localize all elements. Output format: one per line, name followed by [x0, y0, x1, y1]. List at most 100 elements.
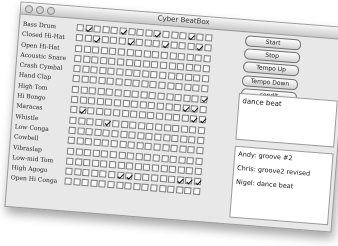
beat-checkbox[interactable]	[101, 139, 110, 148]
beat-checkbox[interactable]	[170, 144, 178, 153]
beat-checkbox[interactable]	[118, 37, 127, 46]
beat-checkbox[interactable]	[107, 171, 116, 179]
beat-checkbox[interactable]	[85, 127, 94, 136]
beat-checkbox[interactable]	[113, 99, 122, 107]
beat-checkbox[interactable]	[80, 86, 88, 94]
beat-checkbox[interactable]	[110, 26, 119, 35]
beat-checkbox[interactable]	[169, 51, 177, 60]
beat-checkbox[interactable]	[183, 84, 192, 92]
beat-checkbox[interactable]	[193, 74, 201, 82]
beat-checkbox[interactable]	[196, 136, 205, 145]
beat-checkbox[interactable]	[179, 32, 187, 40]
beat-checkbox[interactable]	[76, 23, 84, 32]
beat-checkbox[interactable]	[94, 118, 103, 126]
beat-checkbox[interactable]	[89, 76, 98, 85]
beat-checkbox[interactable]	[179, 135, 188, 143]
beat-checkbox[interactable]	[153, 143, 161, 152]
beat-checkbox[interactable]	[174, 93, 182, 102]
beat-checkbox[interactable]	[143, 153, 152, 161]
beat-checkbox[interactable]	[157, 92, 165, 100]
beat-checkbox[interactable]	[67, 136, 76, 145]
beat-checkbox[interactable]	[193, 64, 202, 72]
beat-checkbox[interactable]	[147, 112, 155, 120]
beat-checkbox[interactable]	[105, 98, 113, 107]
tempo-down-button[interactable]: Tempo Down	[241, 74, 299, 91]
beat-checkbox[interactable]	[144, 142, 153, 151]
incoming-messages-list[interactable]: Andy: groove #2 Chris: groove2 revised Nig…	[229, 145, 334, 226]
beat-checkbox[interactable]	[187, 32, 196, 41]
beat-checkbox[interactable]	[160, 164, 168, 173]
beat-checkbox[interactable]	[132, 183, 141, 191]
beat-checkbox[interactable]	[107, 181, 115, 189]
beat-checkbox[interactable]	[190, 105, 199, 113]
beat-checkbox[interactable]	[114, 88, 122, 97]
beat-checkbox[interactable]	[147, 101, 156, 110]
beat-checkbox[interactable]	[176, 176, 185, 184]
beat-checkbox[interactable]	[167, 186, 175, 194]
beat-checkbox[interactable]	[92, 35, 101, 44]
beat-checkbox[interactable]	[72, 75, 80, 83]
beat-checkbox[interactable]	[185, 63, 193, 72]
beat-checkbox[interactable]	[73, 168, 82, 176]
beat-checkbox[interactable]	[135, 38, 144, 47]
beat-checkbox[interactable]	[161, 144, 170, 152]
beat-checkbox[interactable]	[74, 44, 83, 53]
beat-checkbox[interactable]	[94, 128, 102, 137]
beat-checkbox[interactable]	[155, 112, 164, 121]
beat-checkbox[interactable]	[103, 119, 111, 127]
beat-checkbox[interactable]	[151, 164, 160, 172]
beat-checkbox[interactable]	[178, 42, 186, 50]
beat-checkbox[interactable]	[186, 156, 195, 165]
beat-checkbox[interactable]	[93, 138, 101, 147]
beat-checkbox[interactable]	[101, 149, 109, 158]
beat-checkbox[interactable]	[192, 188, 201, 196]
beat-checkbox[interactable]	[92, 149, 100, 157]
beat-checkbox[interactable]	[165, 92, 174, 101]
beat-checkbox[interactable]	[116, 68, 124, 76]
beat-checkbox[interactable]	[128, 131, 136, 139]
beat-checkbox[interactable]	[126, 151, 135, 160]
beat-checkbox[interactable]	[88, 86, 97, 95]
beat-checkbox[interactable]	[150, 71, 158, 79]
beat-checkbox[interactable]	[200, 85, 209, 93]
beat-checkbox[interactable]	[182, 104, 190, 113]
beat-checkbox[interactable]	[69, 116, 77, 124]
beat-checkbox[interactable]	[119, 27, 127, 35]
beat-checkbox[interactable]	[168, 62, 176, 70]
beat-checkbox[interactable]	[184, 73, 193, 82]
beat-checkbox[interactable]	[136, 142, 144, 150]
beat-checkbox[interactable]	[177, 52, 186, 61]
message-input[interactable]: dance beat	[235, 92, 338, 148]
beat-checkbox[interactable]	[78, 106, 87, 115]
beat-checkbox[interactable]	[68, 126, 76, 135]
beat-checkbox[interactable]	[121, 110, 129, 118]
beat-checkbox[interactable]	[84, 138, 93, 146]
beat-checkbox[interactable]	[187, 42, 195, 51]
beat-checkbox[interactable]	[150, 174, 159, 182]
beat-checkbox[interactable]	[133, 69, 141, 78]
beat-checkbox[interactable]	[158, 185, 167, 193]
beat-checkbox[interactable]	[98, 180, 107, 189]
beat-checkbox[interactable]	[171, 134, 179, 143]
beat-checkbox[interactable]	[180, 125, 189, 133]
beat-checkbox[interactable]	[164, 113, 172, 122]
beat-checkbox[interactable]	[158, 82, 166, 90]
beat-checkbox[interactable]	[197, 126, 206, 134]
beat-checkbox[interactable]	[112, 109, 121, 117]
beat-checkbox[interactable]	[167, 72, 175, 80]
incoming-message-item[interactable]: Andy: groove #2	[238, 150, 329, 165]
beat-checkbox[interactable]	[110, 140, 118, 148]
beat-checkbox[interactable]	[176, 73, 184, 81]
beat-checkbox[interactable]	[202, 64, 211, 73]
beat-checkbox[interactable]	[72, 178, 81, 187]
beat-checkbox[interactable]	[116, 58, 125, 66]
beat-checkbox[interactable]	[131, 90, 140, 98]
beat-checkbox[interactable]	[195, 43, 204, 52]
beat-checkbox[interactable]	[133, 173, 142, 181]
beat-checkbox[interactable]	[76, 127, 85, 135]
beat-checkbox[interactable]	[188, 136, 196, 144]
beat-checkbox[interactable]	[145, 132, 154, 141]
beat-checkbox[interactable]	[98, 67, 107, 75]
beat-checkbox[interactable]	[142, 60, 151, 68]
beat-checkbox[interactable]	[148, 91, 157, 100]
